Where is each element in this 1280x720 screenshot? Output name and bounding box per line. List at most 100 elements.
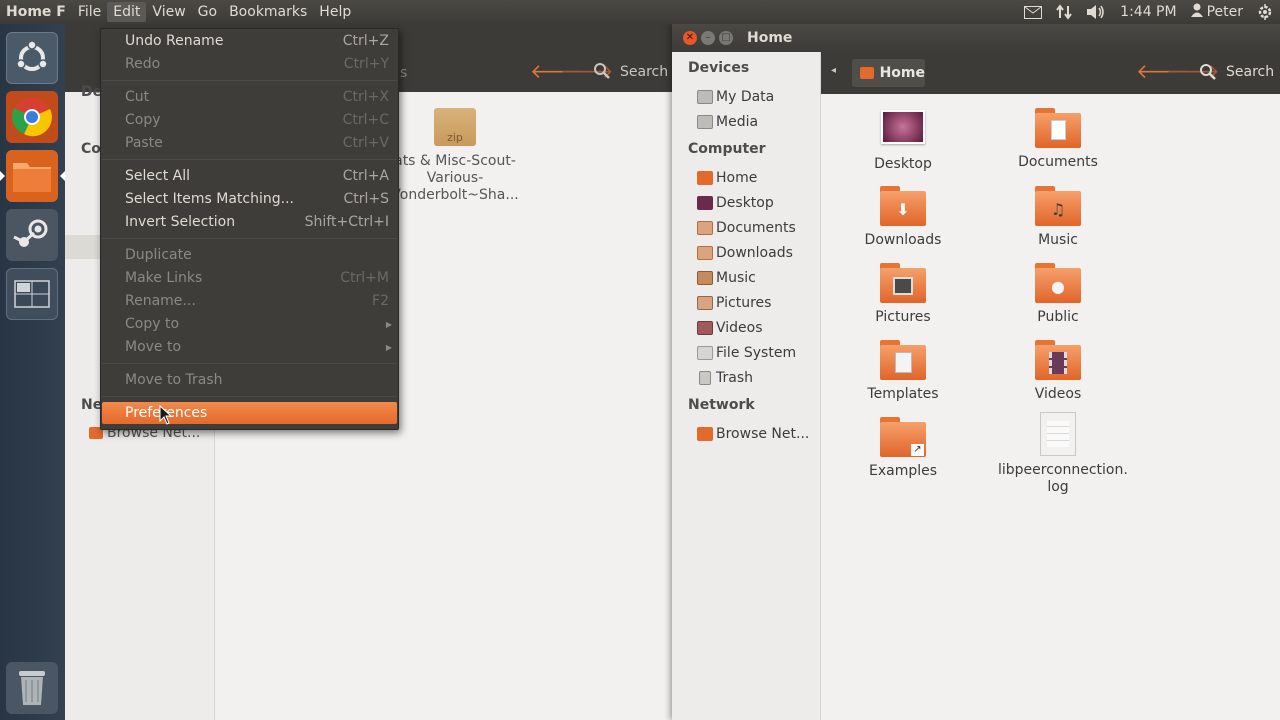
gear-icon[interactable] xyxy=(1250,4,1280,20)
mail-icon[interactable] xyxy=(1017,5,1049,19)
documents-folder-icon xyxy=(697,221,713,235)
menu-item-select-all[interactable]: Select All Ctrl+A xyxy=(101,165,398,187)
documents-folder-icon xyxy=(1035,108,1081,148)
menu-item-copy[interactable]: Copy Ctrl+C xyxy=(101,109,398,131)
file-item-downloads[interactable]: ⬇ Downloads xyxy=(843,186,963,249)
menu-item-shortcut: Shift+Ctrl+I xyxy=(304,214,389,230)
menu-item-preferences[interactable]: Preferences xyxy=(102,402,397,424)
menu-item-shortcut: Ctrl+A xyxy=(342,168,389,184)
file-item-public[interactable]: ● Public xyxy=(998,263,1118,326)
close-window-button[interactable]: ✕ xyxy=(683,31,697,45)
downloads-folder-icon xyxy=(697,246,713,260)
ubuntu-dash-icon[interactable] xyxy=(6,32,58,84)
menu-go[interactable]: Go xyxy=(192,2,223,22)
examples-folder-icon: ↗ xyxy=(880,417,926,457)
menu-item-select-items-matching[interactable]: Select Items Matching... Ctrl+S xyxy=(101,188,398,210)
menu-edit[interactable]: Edit xyxy=(107,2,147,22)
menu-separator xyxy=(102,80,397,81)
sidebar-item-videos[interactable]: Videos xyxy=(672,316,821,340)
user-menu[interactable]: Peter xyxy=(1184,3,1250,21)
menu-view[interactable]: View xyxy=(146,2,191,22)
menu-item-shortcut: Ctrl+S xyxy=(343,191,389,207)
sidebar-item-label: File System xyxy=(716,345,797,361)
menu-item-move-to[interactable]: Move to ▶ xyxy=(101,336,398,358)
menu-item-move-to-trash[interactable]: Move to Trash xyxy=(101,369,398,391)
sidebar-item-music[interactable]: Music xyxy=(672,266,821,290)
zip-archive-icon: zip xyxy=(434,108,476,146)
menu-item-label: Copy xyxy=(125,112,161,128)
sidebar-item-desktop[interactable]: Desktop xyxy=(672,191,821,215)
menu-item-label: Undo Rename xyxy=(125,33,224,49)
sidebar-item-downloads[interactable]: Downloads xyxy=(672,241,821,265)
sidebar-item-label: Home xyxy=(716,170,758,186)
file-item-videos[interactable]: Videos xyxy=(998,340,1118,403)
file-item-label: Desktop xyxy=(874,156,932,172)
path-button-home[interactable]: Home xyxy=(852,59,925,87)
menu-item-label: Invert Selection xyxy=(125,214,236,230)
menu-item-label: Duplicate xyxy=(125,247,192,263)
volume-icon[interactable] xyxy=(1079,4,1113,20)
sidebar-item-trash[interactable]: Trash xyxy=(672,366,821,390)
file-item-label: Examples xyxy=(868,463,938,479)
menu-item-make-links[interactable]: Make Links Ctrl+M xyxy=(101,267,398,289)
search-label[interactable]: Search xyxy=(1226,64,1274,80)
menu-separator xyxy=(102,363,397,364)
sidebar-heading-devices: Devices xyxy=(688,60,750,76)
home-window-titlebar: ✕ – □ Home xyxy=(672,24,1280,52)
maximize-window-button[interactable]: □ xyxy=(719,31,733,45)
chrome-icon[interactable] xyxy=(6,91,58,143)
menu-item-shortcut: Ctrl+V xyxy=(342,135,389,151)
files-icon[interactable] xyxy=(0,150,65,202)
network-folder-icon xyxy=(697,427,713,441)
user-icon xyxy=(1190,3,1203,21)
sidebar-item-home[interactable]: Home xyxy=(672,166,821,190)
file-item-music[interactable]: ♫ Music xyxy=(998,186,1118,249)
home-file-window: ✕ – □ Home Devices My Data Media Compute… xyxy=(672,24,1280,720)
search-label[interactable]: Search xyxy=(620,64,668,80)
file-item-libpeerconnection-log[interactable]: libpeerconnection. log xyxy=(998,412,1128,496)
sidebar-item-my-data[interactable]: My Data xyxy=(672,85,821,109)
menu-file[interactable]: File xyxy=(72,2,107,22)
file-item-label: Music xyxy=(1038,232,1078,248)
file-item-templates[interactable]: Templates xyxy=(843,340,963,403)
file-grid: Desktop Documents ⬇ Downloads ♫ Music Pi… xyxy=(821,94,1280,720)
menu-item-duplicate[interactable]: Duplicate xyxy=(101,244,398,266)
path-scroll-left-icon[interactable]: ◂ xyxy=(831,65,836,76)
minimize-window-button[interactable]: – xyxy=(701,31,715,45)
menu-item-copy-to[interactable]: Copy to ▶ xyxy=(101,313,398,335)
sidebar-item-pictures[interactable]: Pictures xyxy=(672,291,821,315)
file-item-label: Downloads xyxy=(864,232,942,248)
file-item-desktop[interactable]: Desktop xyxy=(843,110,963,173)
sidebar-item-label: Browse Net... xyxy=(716,426,810,442)
menu-item-invert-selection[interactable]: Invert Selection Shift+Ctrl+I xyxy=(101,211,398,233)
sidebar-item-browse-network[interactable]: Browse Net... xyxy=(672,422,821,446)
file-item-pictures[interactable]: Pictures xyxy=(843,263,963,326)
downloads-folder-icon: ⬇ xyxy=(880,186,926,226)
steam-icon[interactable] xyxy=(6,209,58,261)
file-item-documents[interactable]: Documents xyxy=(998,108,1118,171)
zip-file-item[interactable]: zip ats & Misc-Scout- Various- Vonderbol… xyxy=(385,108,525,204)
network-icon[interactable] xyxy=(1049,4,1079,20)
menu-item-paste[interactable]: Paste Ctrl+V xyxy=(101,132,398,154)
sidebar-item-label: Trash xyxy=(716,370,753,386)
menu-item-label: Select Items Matching... xyxy=(125,191,294,207)
clock[interactable]: 1:44 PM xyxy=(1113,4,1183,20)
menu-item-label: Redo xyxy=(125,56,161,72)
sidebar-item-media[interactable]: Media xyxy=(672,110,821,134)
menu-item-cut[interactable]: Cut Ctrl+X xyxy=(101,86,398,108)
sidebar-item-file-system[interactable]: File System xyxy=(672,341,821,365)
menu-help[interactable]: Help xyxy=(313,2,357,22)
menu-item-undo-rename[interactable]: Undo Rename Ctrl+Z xyxy=(101,30,398,52)
sidebar-item-label: Media xyxy=(716,114,759,130)
menu-item-redo[interactable]: Redo Ctrl+Y xyxy=(101,53,398,75)
menu-bookmarks[interactable]: Bookmarks xyxy=(223,2,313,22)
search-icon[interactable] xyxy=(1199,63,1217,85)
search-icon[interactable] xyxy=(593,62,611,84)
trash-icon[interactable] xyxy=(6,662,58,714)
workspace-switcher-icon[interactable] xyxy=(6,268,58,320)
menu-item-rename[interactable]: Rename... F2 xyxy=(101,290,398,312)
submenu-arrow-icon: ▶ xyxy=(385,342,392,352)
picture-emblem-icon xyxy=(893,277,913,295)
sidebar-item-documents[interactable]: Documents xyxy=(672,216,821,240)
file-item-examples[interactable]: ↗ Examples xyxy=(843,417,963,480)
